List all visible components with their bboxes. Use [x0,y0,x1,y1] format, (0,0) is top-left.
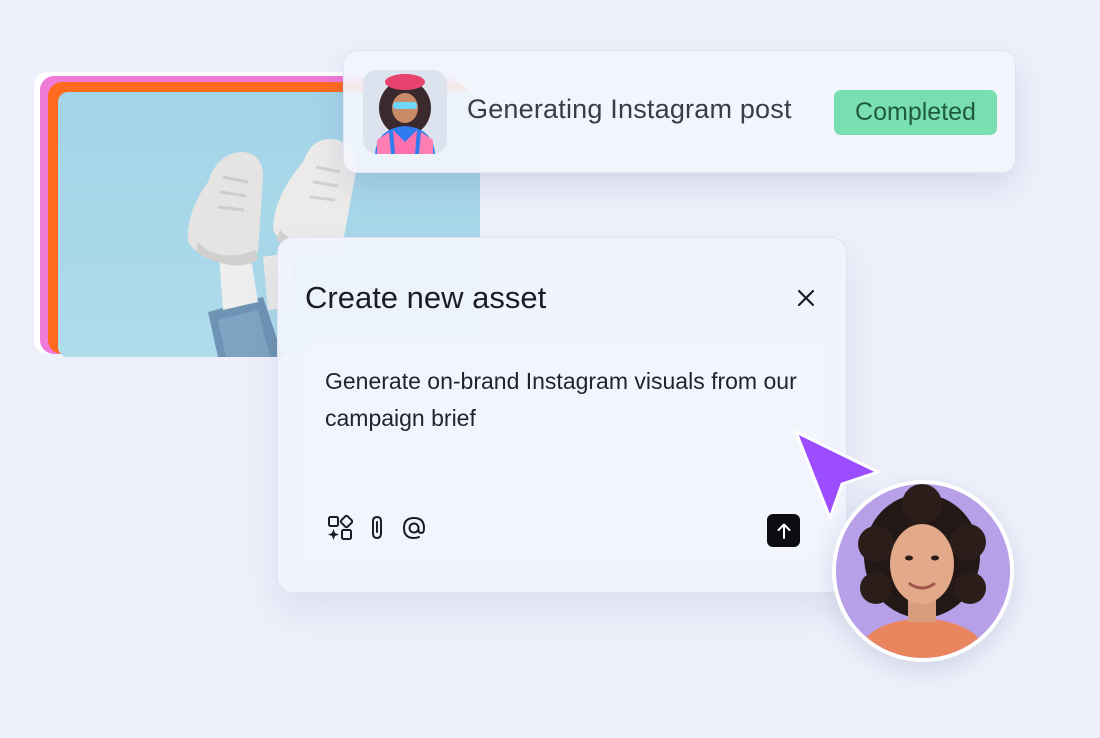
attach-button[interactable] [364,514,392,542]
close-button[interactable] [790,282,822,314]
agent-avatar-illustration [363,70,447,154]
prompt-text[interactable]: Generate on-brand Instagram visuals from… [325,363,810,437]
user-avatar [832,480,1014,662]
shapes-sparkle-icon [328,515,353,540]
agent-avatar [363,70,447,154]
user-avatar-illustration [836,484,1010,658]
close-icon [797,289,815,307]
mention-button[interactable] [400,514,428,542]
completed-badge: Completed [834,90,997,135]
prompt-input[interactable]: Generate on-brand Instagram visuals from… [304,343,820,558]
generation-status-card: Generating Instagram post Completed [343,50,1016,173]
status-title: Generating Instagram post [467,94,792,124]
paperclip-icon [372,515,382,540]
shapes-sparkle-button[interactable] [326,514,354,542]
dialog-title: Create new asset [305,280,547,315]
arrow-up-icon [777,523,790,539]
at-mention-icon [402,516,426,540]
create-asset-dialog: Create new asset Generate on-brand Insta… [277,237,847,593]
